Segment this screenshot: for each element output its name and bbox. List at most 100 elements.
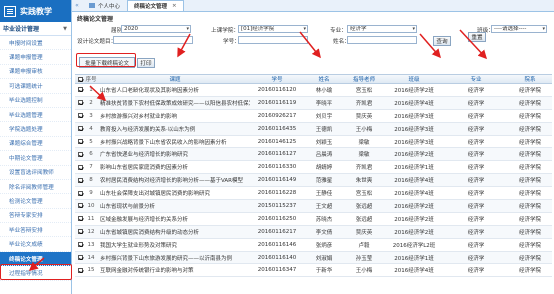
col-header-index[interactable]: 序号 — [84, 75, 98, 83]
year-select[interactable]: 2020 — [121, 25, 191, 33]
collapse-sidebar-icon[interactable]: « — [72, 0, 82, 11]
table-row[interactable]: 10 山东省现状与前景分析 20150115237 王文超 张远超 2016经济学2班 经济… — [75, 200, 552, 213]
row-checkbox[interactable] — [75, 267, 84, 273]
batch-download-button[interactable]: 批量下载终稿论文 — [79, 57, 135, 68]
name-input[interactable] — [347, 36, 417, 44]
tab-personal-center[interactable]: 个人中心 — [82, 0, 127, 11]
table-row[interactable]: 13 我国大学生就业形势及对策研究 20160116146 张炳彦 卢毅 2016经济学L… — [75, 239, 552, 252]
search-button[interactable]: 查询 — [433, 36, 451, 46]
table-row[interactable]: 9 山东社会保障支出对城镇居民消费的影响研究 20160116228 王静佳 宫玉松 20… — [75, 187, 552, 201]
row-checkbox[interactable] — [75, 216, 84, 222]
row-title[interactable]: 影响山东省居民家庭消费的因素分析 — [98, 163, 250, 171]
table-row[interactable]: 11 区域金融发展与经济增长的关系分析 20160116250 苏晓杰 张远超 2016经… — [75, 213, 552, 226]
table-row[interactable]: 3 乡村旅游振兴对乡村就业的影响 20160926217 刘贝宇 贾庆英 2016经济学3… — [75, 110, 552, 123]
select-all-checkbox[interactable] — [75, 76, 84, 82]
sidebar-item[interactable]: 课题申报管理 — [0, 50, 71, 65]
row-title[interactable]: 乡村旅游振兴对乡村就业的影响 — [98, 112, 250, 120]
row-title[interactable]: 农村居民消费结构对经济增长的影响分析——基于VAR模型 — [98, 176, 250, 184]
sidebar-item[interactable]: 课题申报审核 — [0, 65, 71, 80]
table-row[interactable]: 8 农村居民消费结构对经济增长的影响分析——基于VAR模型 20160116149 范… — [75, 174, 552, 188]
close-icon[interactable]: × — [172, 3, 177, 9]
row-checkbox[interactable] — [75, 242, 84, 248]
row-title[interactable]: 山东社会保障支出对城镇居民消费的影响研究 — [98, 189, 250, 197]
row-title[interactable]: 广东省快递业与经济增长的影响研究 — [98, 150, 250, 158]
row-title[interactable]: 精准扶贫背景下农村低保政策成效研究——以阳信县农村低保为例 — [98, 99, 250, 107]
sidebar-item[interactable]: 毕业选题控制 — [0, 94, 71, 108]
row-dept: 经济学院 — [518, 152, 541, 159]
row-index: 10 — [87, 202, 95, 209]
row-title[interactable]: 乡村振兴战略背景下山东省农民收入的影响因素分析 — [98, 138, 250, 146]
table-row[interactable]: 12 山东省城镇居民消费结构升级的动态分析 20160116217 李文倩 贾庆英 201… — [75, 225, 552, 239]
thesis-title-input[interactable] — [113, 36, 193, 44]
row-title[interactable]: 区域金融发展与经济增长的关系分析 — [98, 215, 250, 223]
row-dept: 经济学院 — [518, 216, 541, 223]
student-id-input[interactable] — [238, 36, 308, 44]
col-header-teacher[interactable]: 指导老师 — [344, 75, 382, 83]
sidebar-item[interactable]: 可选课题统计 — [0, 79, 71, 94]
reset-button[interactable]: 重置 — [468, 32, 486, 42]
class-select[interactable]: ----请选择---- — [491, 25, 547, 33]
table-row[interactable]: 5 乡村振兴战略背景下山东省农民收入的影响因素分析 20160146125 刘颖玉 梁敏… — [75, 136, 552, 149]
sidebar-item[interactable]: 申报时间设置 — [0, 36, 71, 51]
checkbox-icon — [78, 164, 83, 170]
table-row[interactable]: 1 山东省人口老龄化现状及其影响因素分析 20160116120 林小瑜 宫玉松 2016… — [75, 84, 552, 97]
sidebar-item[interactable]: 毕业选题管理 — [0, 108, 71, 123]
sidebar-item[interactable]: 毕业答辩安排 — [0, 223, 71, 238]
row-student-id: 20160116149 — [257, 177, 297, 184]
sidebar-item[interactable]: 终稿论文管理 — [0, 251, 71, 267]
row-title[interactable]: 山东省人口老龄化现状及其影响因素分析 — [98, 86, 250, 94]
table-row[interactable]: 14 乡村振兴背景下山东旅游发展的研究——以沂南县为例 20160116140 刘淑娟… — [75, 251, 552, 265]
col-header-major[interactable]: 专业 — [444, 75, 506, 83]
table-row[interactable]: 4 教育投入与经济发展的关系·以山东为例 20160116435 王德凯 王小梅 2016… — [75, 122, 552, 136]
row-class: 2016经济学4班 — [394, 100, 434, 107]
row-title[interactable]: 山东省现状与前景分析 — [98, 202, 250, 210]
sidebar-item[interactable]: 课题综合管理 — [0, 137, 71, 152]
sidebar-item[interactable]: 过程指导情况 — [0, 266, 71, 281]
row-checkbox[interactable] — [75, 139, 84, 144]
col-header-title[interactable]: 课题 — [98, 75, 250, 83]
row-checkbox[interactable] — [75, 203, 84, 209]
filter-form: 届别： 2020 上课学院： [01]经济学院 专业： 经济学 班级： ----… — [75, 23, 552, 68]
row-checkbox[interactable] — [75, 100, 84, 106]
table-row[interactable]: 6 广东省快递业与经济增长的影响研究 20160116127 吕晨涛 梁敏 2016经济学… — [75, 148, 552, 162]
sidebar-item[interactable]: 设置盲选评阅教师 — [0, 166, 71, 180]
sidebar-item[interactable]: 答辩专家安排 — [0, 209, 71, 224]
sidebar-item[interactable]: 毕业论文成绩 — [0, 237, 71, 252]
table-row[interactable]: 7 影响山东省居民家庭消费的因素分析 20160116330 胡婧婷 齐凯君 2016经济… — [75, 161, 552, 175]
table-row[interactable]: 15 互联网金融对传统银行业的影响与对策 20160116347 于新华 王小梅 2016… — [75, 264, 552, 278]
row-title[interactable]: 互联网金融对传统银行业的影响与对策 — [98, 266, 250, 274]
sidebar-item[interactable]: 除名评阅教师管理 — [0, 180, 71, 195]
col-header-dept[interactable]: 院系 — [506, 75, 552, 83]
sidebar-item[interactable]: 检测论文管理 — [0, 194, 71, 209]
row-teacher: 梁敏 — [358, 152, 370, 159]
row-checkbox[interactable] — [75, 255, 84, 261]
chevron-down-icon: ▼ — [63, 25, 67, 32]
row-title[interactable]: 我国大学生就业形势及对策研究 — [98, 241, 250, 249]
row-checkbox[interactable] — [75, 126, 84, 132]
table-row[interactable]: 2 精准扶贫背景下农村低保政策成效研究——以阳信县农村低保为例 2016011611… — [75, 96, 552, 110]
table-header: 序号 课题 学号 姓名 指导老师 班级 专业 院系 — [75, 74, 552, 84]
row-title[interactable]: 山东省城镇居民消费结构升级的动态分析 — [98, 228, 250, 236]
row-title[interactable]: 乡村振兴背景下山东旅游发展的研究——以沂南县为例 — [98, 254, 250, 262]
row-checkbox[interactable] — [75, 113, 84, 119]
sidebar-item[interactable]: 中期论文管理 — [0, 151, 71, 166]
col-header-class[interactable]: 班级 — [382, 75, 444, 83]
row-checkbox[interactable] — [75, 164, 84, 170]
row-checkbox[interactable] — [75, 151, 84, 157]
sidebar-item[interactable]: 学院选题处理 — [0, 122, 71, 137]
row-checkbox[interactable] — [75, 229, 84, 235]
major-select[interactable]: 经济学 — [347, 25, 417, 33]
sidebar-section-title[interactable]: 毕业设计管理 ▼ — [0, 22, 71, 36]
col-header-student-id[interactable]: 学号 — [250, 75, 302, 83]
col-header-name[interactable]: 姓名 — [302, 75, 344, 83]
row-title[interactable]: 教育投入与经济发展的关系·以山东为例 — [98, 125, 250, 133]
college-select[interactable]: [01]经济学院 — [238, 25, 308, 33]
row-checkbox[interactable] — [75, 87, 84, 93]
row-name: 林小瑜 — [315, 87, 333, 94]
print-button[interactable]: 打印 — [137, 58, 155, 68]
row-checkbox[interactable] — [75, 177, 84, 183]
row-class: 2016经济学2班 — [394, 203, 434, 210]
row-checkbox[interactable] — [75, 190, 84, 196]
tab-final-thesis[interactable]: 终稿论文管理 × — [127, 0, 184, 11]
row-teacher: 朱世爽 — [355, 178, 373, 185]
